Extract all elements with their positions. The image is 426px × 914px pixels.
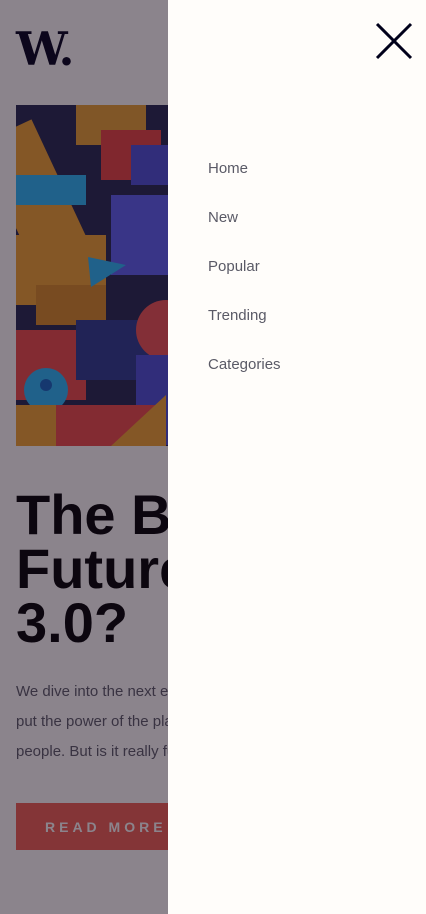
nav-link-trending[interactable]: Trending xyxy=(208,307,267,324)
nav-item-home: Home xyxy=(208,152,281,201)
nav-item-trending: Trending xyxy=(208,299,281,348)
nav-item-categories: Categories xyxy=(208,348,281,397)
nav-menu: Home New Popular Trending Categories xyxy=(208,152,281,397)
nav-link-new[interactable]: New xyxy=(208,209,238,226)
navigation-drawer: Home New Popular Trending Categories xyxy=(168,0,426,914)
nav-link-categories[interactable]: Categories xyxy=(208,356,281,373)
nav-link-home[interactable]: Home xyxy=(208,160,248,177)
close-icon[interactable] xyxy=(374,21,414,61)
nav-link-popular[interactable]: Popular xyxy=(208,258,260,275)
nav-item-popular: Popular xyxy=(208,250,281,299)
nav-item-new: New xyxy=(208,201,281,250)
